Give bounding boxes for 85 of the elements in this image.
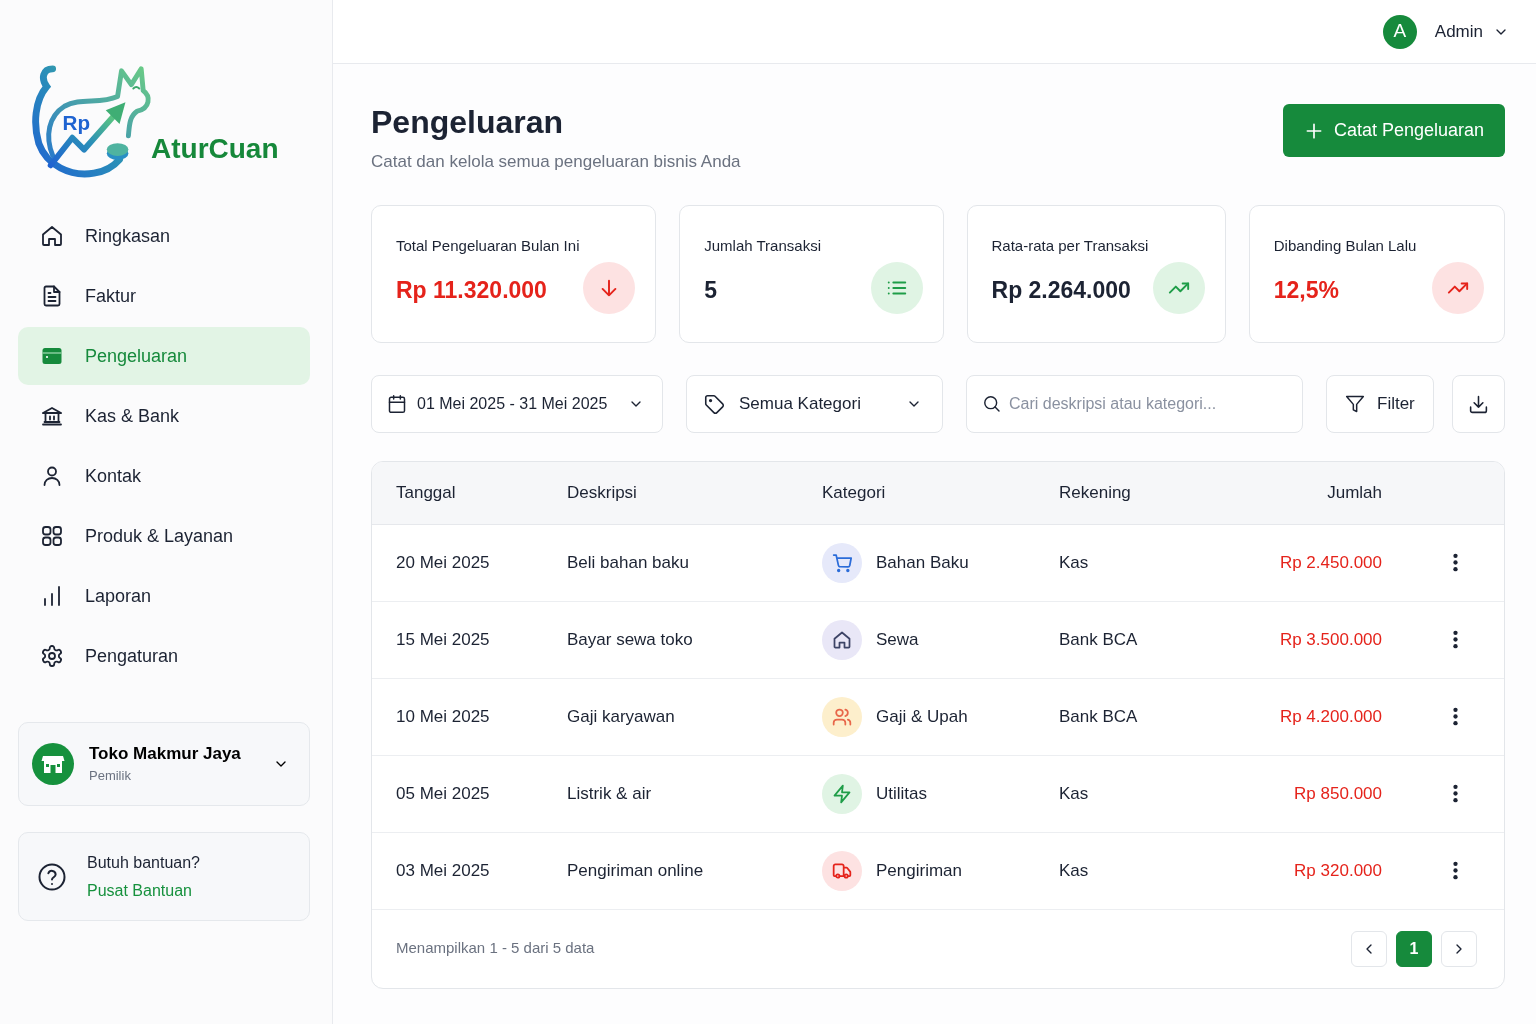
- date-cell: 03 Mei 2025: [396, 860, 490, 880]
- stat-label: Jumlah Transaksi: [704, 236, 822, 256]
- date-cell: 15 Mei 2025: [396, 629, 490, 649]
- date-cell: 05 Mei 2025: [396, 783, 490, 803]
- column-header: Kategori: [822, 483, 886, 502]
- store-icon: [32, 743, 74, 785]
- more-options-icon: [1452, 630, 1458, 649]
- account-cell: Bank BCA: [1059, 706, 1138, 726]
- nav-item[interactable]: Kas & Bank: [18, 387, 310, 445]
- download-icon: [1468, 393, 1489, 415]
- page-subtitle: Catat dan kelola semua pengeluaran bisnis Anda: [371, 151, 741, 173]
- trend-up-icon: [1432, 262, 1484, 314]
- nav-item[interactable]: Pengaturan: [18, 627, 310, 685]
- more-options-icon: [1452, 707, 1458, 726]
- trend-up-icon: [1152, 262, 1205, 314]
- date-cell: 10 Mei 2025: [396, 706, 490, 726]
- list-icon: [870, 262, 923, 314]
- category-cell-text: Sewa: [876, 628, 919, 651]
- date-range-picker[interactable]: 01 Mei 2025 - 31 Mei 2025: [371, 375, 663, 433]
- amount-cell: Rp 320.000: [1294, 860, 1382, 880]
- grid-icon: [40, 524, 64, 548]
- stat-value: Rp 11.320.000: [396, 276, 547, 305]
- account-cell: Kas: [1059, 552, 1089, 572]
- nav-item[interactable]: Ringkasan: [18, 207, 310, 265]
- search-field[interactable]: Cari deskripsi atau kategori...: [966, 375, 1303, 433]
- nav-item[interactable]: Produk & Layanan: [18, 507, 310, 565]
- account-switcher[interactable]: Toko Makmur Jaya Pemilik: [18, 722, 310, 806]
- nav-item[interactable]: Pengeluaran: [18, 327, 310, 385]
- category-cell-text: Bahan Baku: [876, 551, 969, 574]
- account-cell: Kas: [1059, 860, 1089, 880]
- category-dropdown[interactable]: Semua Kategori: [686, 375, 943, 433]
- column-header: Rekening: [1059, 483, 1131, 502]
- stat-value: Rp 2.264.000: [991, 276, 1131, 305]
- stat-label: Total Pengeluaran Bulan Ini: [396, 236, 581, 256]
- home-icon: [40, 224, 64, 248]
- help-text: Butuh bantuan?: [87, 852, 200, 873]
- nav-item[interactable]: Faktur: [18, 267, 310, 325]
- filter-button[interactable]: Filter: [1326, 375, 1434, 433]
- description-cell: Listrik & air: [567, 783, 652, 803]
- user-menu-button[interactable]: Admin: [1434, 18, 1509, 45]
- page-button[interactable]: 1: [1396, 930, 1432, 967]
- more-options-icon: [1452, 861, 1458, 880]
- bank-icon: [40, 404, 64, 428]
- arrow-down-icon: [583, 262, 636, 314]
- category-cell-text: Utilitas: [876, 782, 927, 805]
- account-cell: Kas: [1059, 783, 1089, 803]
- column-header: Deskripsi: [567, 483, 637, 502]
- column-header: Tanggal: [396, 483, 456, 502]
- category-cell-text: Gaji & Upah: [876, 705, 968, 728]
- amount-cell: Rp 850.000: [1294, 783, 1382, 803]
- stat-label: Rata-rata per Transaksi: [991, 236, 1150, 256]
- stat-value: 12,5%: [1273, 276, 1339, 305]
- date-cell: 20 Mei 2025: [396, 552, 490, 572]
- add-expense-button[interactable]: Catat Pengeluaran: [1282, 104, 1505, 157]
- category-cell-text: Pengiriman: [876, 859, 962, 882]
- description-cell: Gaji karyawan: [567, 706, 675, 726]
- page-title: Pengeluaran: [371, 103, 565, 142]
- calendar-icon: [387, 394, 407, 414]
- nav-item[interactable]: Laporan: [18, 567, 310, 625]
- cat-logo: Rp: [31, 64, 153, 180]
- brand-name: AturCuan: [151, 133, 279, 165]
- amount-cell: Rp 3.500.000: [1279, 629, 1382, 649]
- more-options-icon: [1452, 784, 1458, 803]
- nav-item[interactable]: Kontak: [18, 447, 310, 505]
- pagination-summary: Menampilkan 1 - 5 dari 5 data: [396, 938, 595, 959]
- download-button[interactable]: [1452, 375, 1505, 433]
- description-cell: Beli bahan baku: [567, 552, 689, 572]
- help-icon: [37, 861, 67, 892]
- settings-icon: [40, 644, 64, 668]
- description-cell: Pengiriman online: [567, 860, 704, 880]
- stat-label: Dibanding Bulan Lalu: [1273, 236, 1418, 256]
- search-icon: [982, 394, 1001, 413]
- amount-cell: Rp 2.450.000: [1279, 552, 1382, 572]
- more-options-icon: [1452, 553, 1458, 572]
- tag-icon: [704, 393, 725, 415]
- account-name: Toko Makmur Jaya: [89, 743, 241, 765]
- column-header: Jumlah: [1327, 483, 1382, 502]
- description-cell: Bayar sewa toko: [567, 629, 693, 649]
- help-center-link[interactable]: Pusat Bantuan: [87, 879, 192, 902]
- filter-icon: [1345, 394, 1365, 414]
- user-avatar: A: [1382, 14, 1417, 49]
- stat-value: 5: [704, 276, 718, 305]
- amount-cell: Rp 4.200.000: [1279, 706, 1382, 726]
- account-cell: Bank BCA: [1059, 629, 1138, 649]
- account-role: Pemilik: [89, 767, 132, 785]
